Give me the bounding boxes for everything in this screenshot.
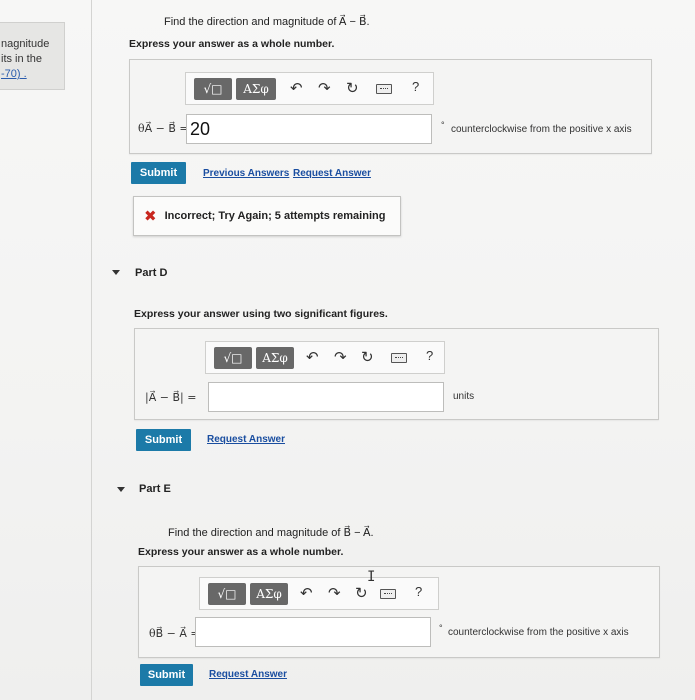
feedback-box: ✖ Incorrect; Try Again; 5 attempts remai… — [133, 196, 401, 236]
templates-label: √□ — [223, 351, 243, 365]
redo-icon[interactable]: ↷ — [328, 585, 341, 603]
help-button[interactable]: ? — [412, 79, 419, 94]
part-c-math-toolbar: √□ ΑΣφ ↶ ↷ ↻ ? — [185, 72, 434, 105]
part-c-answer-label: θA⃗ − B⃗ = — [138, 122, 189, 135]
text-cursor-icon: I — [367, 569, 376, 585]
part-e-unit-text: counterclockwise from the positive x axi… — [448, 627, 629, 638]
left-snippet-line-1: nagnitude — [1, 38, 50, 50]
undo-icon[interactable]: ↶ — [290, 80, 303, 98]
part-d-answer-input[interactable] — [208, 382, 444, 412]
templates-label: √□ — [203, 82, 223, 96]
keyboard-icon[interactable] — [380, 589, 396, 599]
degree-symbol: ° — [441, 120, 445, 130]
left-snippet-line-3: -70) . — [1, 68, 27, 80]
part-e-collapse-icon[interactable] — [117, 487, 125, 492]
part-d-answer-label: |A⃗ − B⃗| = — [145, 391, 197, 404]
reset-icon[interactable]: ↻ — [355, 585, 368, 603]
reset-icon[interactable]: ↻ — [346, 80, 359, 98]
part-e-request-answer-link[interactable]: Request Answer — [209, 669, 287, 680]
greek-symbols-button[interactable]: ΑΣφ — [256, 347, 294, 369]
redo-icon[interactable]: ↷ — [318, 80, 331, 98]
part-d-request-answer-link[interactable]: Request Answer — [207, 434, 285, 445]
left-gutter — [0, 0, 92, 700]
left-snippet: nagnitude its in the -70) . — [0, 22, 65, 90]
part-e-question: Find the direction and magnitude of B⃗ −… — [168, 527, 374, 539]
part-c-submit-button[interactable]: Submit — [131, 162, 186, 184]
help-button[interactable]: ? — [426, 348, 433, 363]
part-e-answer-label: θB⃗ − A⃗ = — [149, 627, 200, 640]
feedback-text: Incorrect; Try Again; 5 attempts remaini… — [164, 210, 386, 222]
part-e-math-toolbar: √□ ΑΣφ ↶ ↷ ↻ ? — [199, 577, 439, 610]
part-c-question: Find the direction and magnitude of A⃗ −… — [164, 16, 370, 28]
greek-label: ΑΣφ — [262, 351, 288, 365]
page: nagnitude its in the -70) . Find the dir… — [0, 0, 695, 700]
redo-icon[interactable]: ↷ — [334, 349, 347, 367]
greek-symbols-button[interactable]: ΑΣφ — [236, 78, 276, 100]
greek-label: ΑΣφ — [256, 587, 282, 601]
part-d-heading[interactable]: Part D — [135, 267, 167, 279]
templates-button[interactable]: √□ — [208, 583, 246, 605]
greek-symbols-button[interactable]: ΑΣφ — [250, 583, 288, 605]
part-e-answer-panel: √□ ΑΣφ ↶ ↷ ↻ ? I θB⃗ − A⃗ = ° counterclo… — [138, 566, 660, 658]
part-c-unit-text: counterclockwise from the positive x axi… — [451, 124, 632, 135]
templates-button[interactable]: √□ — [194, 78, 232, 100]
part-c-answer-panel: √□ ΑΣφ ↶ ↷ ↻ ? θA⃗ − B⃗ = 20 ° countercl… — [129, 59, 652, 154]
templates-label: √□ — [217, 587, 237, 601]
left-snippet-line-2: its in the — [1, 53, 42, 65]
previous-answers-link[interactable]: Previous Answers — [203, 168, 289, 179]
part-d-instruction: Express your answer using two significan… — [134, 308, 388, 320]
templates-button[interactable]: √□ — [214, 347, 252, 369]
part-d-submit-button[interactable]: Submit — [136, 429, 191, 451]
degree-symbol: ° — [439, 623, 443, 633]
undo-icon[interactable]: ↶ — [306, 349, 319, 367]
incorrect-icon: ✖ — [144, 208, 157, 225]
reset-icon[interactable]: ↻ — [361, 349, 374, 367]
part-d-collapse-icon[interactable] — [112, 270, 120, 275]
part-c-answer-input[interactable]: 20 — [186, 114, 432, 144]
part-e-answer-input[interactable] — [195, 617, 431, 647]
greek-label: ΑΣφ — [243, 82, 269, 96]
part-d-math-toolbar: √□ ΑΣφ ↶ ↷ ↻ ? — [205, 341, 445, 374]
help-button[interactable]: ? — [415, 584, 422, 599]
part-e-heading[interactable]: Part E — [139, 483, 171, 495]
part-c-instruction: Express your answer as a whole number. — [129, 38, 335, 50]
keyboard-icon[interactable] — [376, 84, 392, 94]
part-d-answer-panel: √□ ΑΣφ ↶ ↷ ↻ ? |A⃗ − B⃗| = units — [134, 328, 659, 420]
part-e-instruction: Express your answer as a whole number. — [138, 546, 344, 558]
part-c-request-answer-link[interactable]: Request Answer — [293, 168, 371, 179]
part-d-unit-text: units — [453, 391, 475, 402]
keyboard-icon[interactable] — [391, 353, 407, 363]
undo-icon[interactable]: ↶ — [300, 585, 313, 603]
part-e-submit-button[interactable]: Submit — [140, 664, 193, 686]
